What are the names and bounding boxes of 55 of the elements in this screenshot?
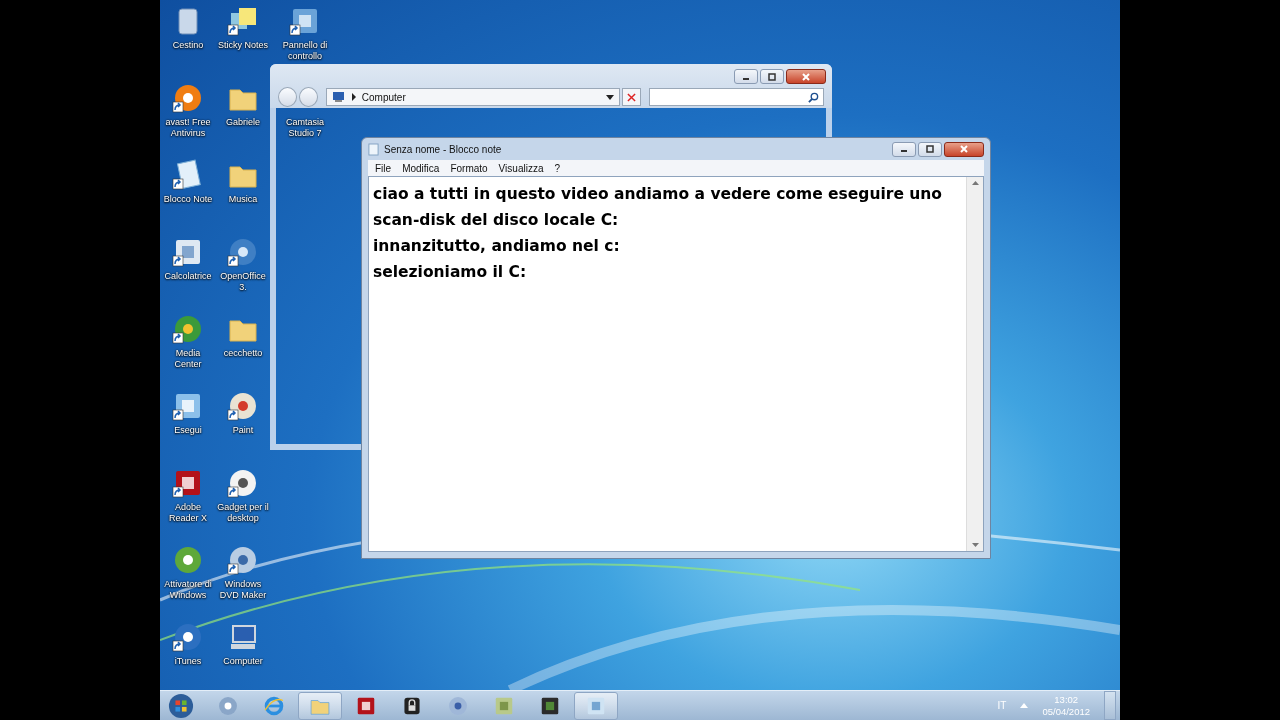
stop-button[interactable]	[621, 88, 641, 106]
search-field[interactable]	[648, 88, 824, 106]
close-button[interactable]	[786, 69, 826, 84]
desktop-icon-label[interactable]: Attivatore di Windows	[162, 579, 214, 601]
desktop-icon-label[interactable]: OpenOffice 3.	[217, 271, 269, 293]
notepad-icon	[368, 142, 379, 156]
desktop-icon-label[interactable]: Blocco Note	[162, 194, 214, 205]
close-icon	[959, 145, 969, 153]
browser-icon	[263, 694, 285, 717]
desktop-icon-label[interactable]: Calcolatrice	[162, 271, 214, 282]
desktop-icon-label[interactable]: Sticky Notes	[217, 40, 269, 51]
chevron-icon	[350, 93, 357, 101]
maximize-button[interactable]	[918, 141, 942, 157]
menu-item[interactable]: ?	[550, 162, 564, 174]
scroll-down-icon[interactable]	[971, 543, 979, 547]
desktop-icon-label[interactable]: Esegui	[162, 425, 214, 436]
search-icon	[808, 91, 819, 103]
desktop-icon-label[interactable]: Computer	[217, 656, 269, 667]
badge-icon[interactable]	[172, 544, 204, 576]
desktop-icon-label[interactable]: Pannello di controllo	[279, 40, 331, 62]
desktop-icon-label[interactable]: Windows DVD Maker	[217, 579, 269, 601]
maximize-icon	[767, 72, 777, 81]
notepad-icon[interactable]	[172, 159, 204, 191]
desktop-icon-label[interactable]: cecchetto	[217, 348, 269, 359]
disc-icon[interactable]	[227, 544, 259, 576]
minimize-button[interactable]	[734, 69, 758, 84]
scroll-up-icon[interactable]	[971, 181, 979, 185]
desktop-icon-label[interactable]: iTunes	[162, 656, 214, 667]
maximize-icon	[925, 145, 935, 153]
menu-item[interactable]: Formato	[446, 162, 492, 174]
desktop-icon-label[interactable]: Gabriele	[217, 117, 269, 128]
desktop-icon-label[interactable]: Adobe Reader X	[162, 502, 214, 524]
computer-icon	[331, 91, 346, 103]
window-title: Senza nome - Blocco note	[384, 143, 503, 155]
close-icon	[626, 92, 636, 102]
minimize-button[interactable]	[892, 141, 916, 157]
sticky-note-icon[interactable]	[227, 5, 259, 37]
desktop-icon-label[interactable]: Camtasia Studio 7	[279, 117, 331, 139]
antivirus-icon[interactable]	[172, 82, 204, 114]
menu-item[interactable]: Visualizza	[494, 162, 548, 174]
desktop-icon-label[interactable]: Cestino	[162, 40, 214, 51]
close-button[interactable]	[944, 141, 984, 157]
menu-item[interactable]: File	[371, 162, 396, 174]
desktop-icon-label[interactable]: Media Center	[162, 348, 214, 370]
dropdown-icon[interactable]	[605, 94, 614, 100]
menu-item[interactable]: Modifica	[398, 162, 444, 174]
desktop-icon-label[interactable]: Gadget per il desktop	[217, 502, 269, 524]
address-bar[interactable]: Computer	[325, 88, 620, 106]
scrollbar[interactable]	[966, 177, 983, 551]
desktop-icon-label[interactable]: avast! Free Antivirus	[162, 117, 214, 139]
maximize-button[interactable]	[760, 69, 784, 84]
desktop-icon-label[interactable]: Musica	[217, 194, 269, 205]
close-icon	[801, 72, 811, 81]
desktop-icon-label[interactable]: Paint	[217, 425, 269, 436]
address-text: Computer	[361, 91, 407, 103]
